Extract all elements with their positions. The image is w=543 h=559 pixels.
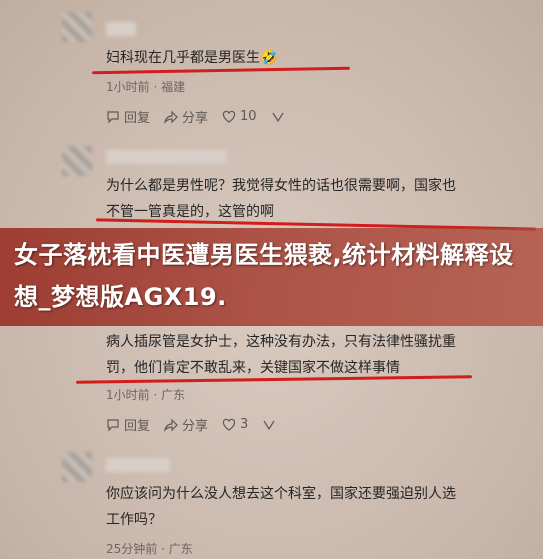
comment-time-location: 1小时前 · 广东 (106, 388, 186, 402)
avatar[interactable] (62, 452, 92, 482)
dislike-icon (263, 420, 275, 430)
comment-time-location: 25分钟前 · 广东 (106, 542, 193, 556)
comment-text-line: 工作吗？ (106, 512, 162, 528)
heart-icon (222, 110, 236, 123)
username-blurred[interactable] (106, 150, 226, 164)
like-count: 10 (240, 109, 257, 124)
comment-time-location: 1小时前 · 福建 (106, 80, 186, 94)
share-button[interactable]: 分享 (164, 107, 208, 126)
share-icon (164, 110, 178, 124)
heart-icon (222, 418, 236, 431)
share-label: 分享 (182, 419, 209, 434)
share-button[interactable]: 分享 (164, 415, 208, 434)
dislike-icon (272, 112, 284, 122)
reply-label: 回复 (124, 419, 151, 434)
username-blurred[interactable] (106, 22, 136, 36)
comment-text-line: 你应该问为什么没人想去这个科室，国家还要强迫别人选 (106, 486, 456, 502)
comment-actions: 回复 分享 3 (106, 415, 276, 434)
dislike-button[interactable] (262, 418, 276, 432)
comment-icon (107, 110, 119, 123)
comment-text-line: 病人插尿管是女护士，这种没有办法，只有法律性骚扰重 (106, 334, 456, 350)
like-button[interactable]: 3 (222, 417, 248, 432)
reply-button[interactable]: 回复 (106, 107, 150, 126)
like-button[interactable]: 10 (222, 109, 257, 124)
reply-label: 回复 (124, 111, 151, 126)
comment-text-line: 为什么都是男性呢？我觉得女性的话也很需要啊，国家也 (106, 178, 456, 194)
avatar[interactable] (62, 12, 92, 42)
comment-text: 妇科现在几乎都是男医生🤣 (106, 50, 278, 66)
avatar[interactable] (62, 146, 92, 176)
share-icon (164, 418, 178, 432)
dislike-button[interactable] (271, 110, 285, 124)
reply-button[interactable]: 回复 (106, 415, 150, 434)
comment-icon (107, 418, 119, 431)
like-count: 3 (240, 417, 249, 432)
comment-actions: 回复 分享 10 (106, 107, 285, 126)
headline-banner: 女子落枕看中医遭男医生猥亵,统计材料解释设想_梦想版AGX19. (0, 228, 543, 326)
username-blurred[interactable] (106, 458, 170, 472)
headline-title: 女子落枕看中医遭男医生猥亵,统计材料解释设想_梦想版AGX19. (14, 241, 514, 311)
share-label: 分享 (182, 111, 209, 126)
